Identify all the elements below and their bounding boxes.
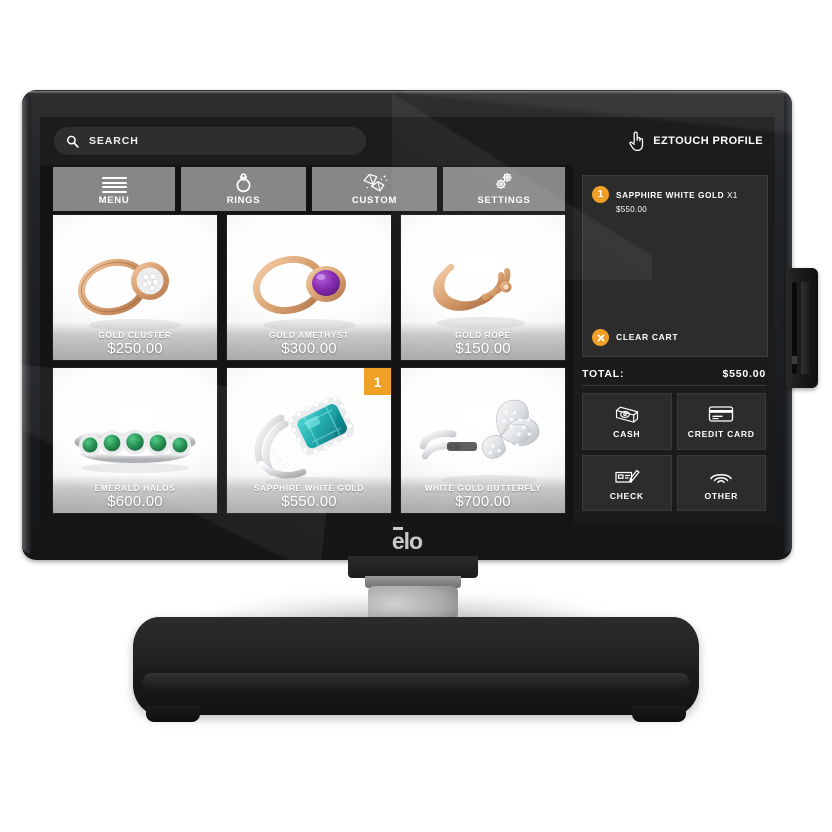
- pay-cash-button[interactable]: CASH: [582, 393, 672, 450]
- stand-neck-top: [348, 556, 478, 578]
- eztouch-profile-label-rest: TOUCH PROFILE: [668, 135, 763, 147]
- pos-touchscreen-display: SEARCH EZTOUCH PROFILE MENU RINGS CUSTOM…: [40, 117, 775, 522]
- eztouch-profile-label-bold: EZ: [653, 135, 669, 147]
- app-top-bar: SEARCH EZTOUCH PROFILE: [40, 117, 775, 165]
- card-reader-indicator: [792, 356, 797, 364]
- pay-other-button[interactable]: OTHER: [676, 454, 766, 511]
- product-caption: WHITE GOLD BUTTERFLY $700.00: [401, 475, 565, 513]
- stand-foot-left: [146, 706, 200, 722]
- clear-cart-button[interactable]: CLEAR CART: [592, 328, 678, 346]
- stand-base: [133, 617, 699, 715]
- eztouch-profile-label: EZTOUCH PROFILE: [653, 135, 763, 147]
- tab-settings-label: SETTINGS: [477, 195, 531, 206]
- cart-item-name: SAPPHIRE WHITE GOLD: [616, 190, 725, 200]
- product-caption: SAPPHIRE WHITE GOLD $550.00: [227, 475, 391, 513]
- search-icon: [66, 135, 79, 148]
- product-tile[interactable]: GOLD CLUSTER $250.00: [53, 215, 217, 360]
- cart-items-box: 1 SAPPHIRE WHITE GOLD X1 $550.00 CLEAR C…: [582, 175, 768, 357]
- elo-logo-macron: [392, 527, 403, 530]
- payment-method-grid: CASH CREDIT CARD CHECK OTHER: [582, 393, 766, 511]
- pay-check-label: CHECK: [609, 490, 644, 501]
- product-grid: GOLD CLUSTER $250.00 GOLD AMETHYST $300.…: [53, 215, 565, 513]
- pay-credit-card-label: CREDIT CARD: [687, 429, 755, 440]
- product-price: $700.00: [455, 492, 511, 510]
- cart-item-qty-label: X1: [727, 190, 738, 200]
- cart-item-quantity-badge: 1: [592, 186, 609, 203]
- product-price: $300.00: [281, 339, 337, 357]
- elo-logo-text: elo: [391, 527, 423, 554]
- gems-icon: [361, 172, 389, 193]
- card-reader-module: [786, 268, 818, 388]
- stand-foot-right: [632, 706, 686, 722]
- product-name: GOLD CLUSTER: [98, 329, 172, 340]
- tab-rings-label: RINGS: [226, 195, 261, 206]
- product-price: $150.00: [455, 339, 511, 357]
- search-input[interactable]: SEARCH: [54, 127, 366, 155]
- tab-custom[interactable]: CUSTOM: [312, 167, 437, 211]
- product-caption: GOLD CLUSTER $250.00: [53, 322, 217, 360]
- touch-hand-icon: [627, 130, 646, 152]
- monitor-left-bezel-edge: [22, 96, 31, 554]
- search-placeholder-text: SEARCH: [89, 135, 139, 147]
- pay-cash-label: CASH: [613, 429, 641, 440]
- product-caption: GOLD AMETHYST $300.00: [227, 322, 391, 360]
- product-quantity-badge: 1: [364, 368, 391, 395]
- product-price: $250.00: [107, 339, 163, 357]
- product-name: WHITE GOLD BUTTERFLY: [424, 482, 542, 493]
- hamburger-menu-icon: [101, 172, 127, 193]
- product-caption: GOLD ROPE $150.00: [401, 322, 565, 360]
- product-name: EMERALD HALOS: [94, 482, 176, 493]
- tab-menu-label: MENU: [98, 195, 130, 206]
- credit-card-icon: [708, 403, 734, 425]
- cart-item-price: $550.00: [616, 205, 648, 214]
- cart-total-label: TOTAL:: [582, 368, 625, 380]
- cart-total-row: TOTAL: $550.00: [582, 363, 766, 386]
- check-pen-icon: [614, 465, 640, 487]
- product-name: SAPPHIRE WHITE GOLD: [253, 482, 365, 493]
- product-tile[interactable]: WHITE GOLD BUTTERFLY $700.00: [401, 368, 565, 513]
- tab-custom-label: CUSTOM: [351, 195, 398, 206]
- product-tile[interactable]: GOLD ROPE $150.00: [401, 215, 565, 360]
- elo-logo-wordmark: elo: [391, 528, 423, 554]
- product-tile[interactable]: EMERALD HALOS $600.00: [53, 368, 217, 513]
- product-tile[interactable]: 1 SAPPHIRE WHITE GOLD $550.00: [227, 368, 391, 513]
- product-caption: EMERALD HALOS $600.00: [53, 475, 217, 513]
- product-name: GOLD AMETHYST: [268, 329, 350, 340]
- clear-cart-label: CLEAR CART: [616, 332, 679, 342]
- gears-icon: [492, 172, 516, 193]
- tab-rings[interactable]: RINGS: [181, 167, 306, 211]
- elo-touchscreen-monitor: SEARCH EZTOUCH PROFILE MENU RINGS CUSTOM…: [22, 90, 792, 560]
- ring-icon: [233, 172, 254, 193]
- cart-line-item[interactable]: 1 SAPPHIRE WHITE GOLD X1 $550.00: [592, 185, 761, 214]
- x-circle-icon: [592, 329, 609, 346]
- pay-check-button[interactable]: CHECK: [582, 454, 672, 511]
- product-price: $600.00: [107, 492, 163, 510]
- pay-other-label: OTHER: [704, 490, 739, 501]
- cart-item-name-row: SAPPHIRE WHITE GOLD X1: [616, 190, 738, 200]
- tab-menu[interactable]: MENU: [53, 167, 175, 211]
- cart-total-value: $550.00: [722, 368, 766, 380]
- card-reader-body: [801, 282, 810, 374]
- eztouch-profile-button[interactable]: EZTOUCH PROFILE: [627, 128, 763, 154]
- product-price: $550.00: [281, 492, 337, 510]
- product-name: GOLD ROPE: [455, 329, 511, 340]
- pay-credit-card-button[interactable]: CREDIT CARD: [676, 393, 766, 450]
- product-tile[interactable]: GOLD AMETHYST $300.00: [227, 215, 391, 360]
- tab-settings[interactable]: SETTINGS: [443, 167, 565, 211]
- cash-icon: [614, 403, 640, 425]
- contactless-wifi-icon: [708, 465, 734, 487]
- cart-panel: 1 SAPPHIRE WHITE GOLD X1 $550.00 CLEAR C…: [573, 165, 775, 522]
